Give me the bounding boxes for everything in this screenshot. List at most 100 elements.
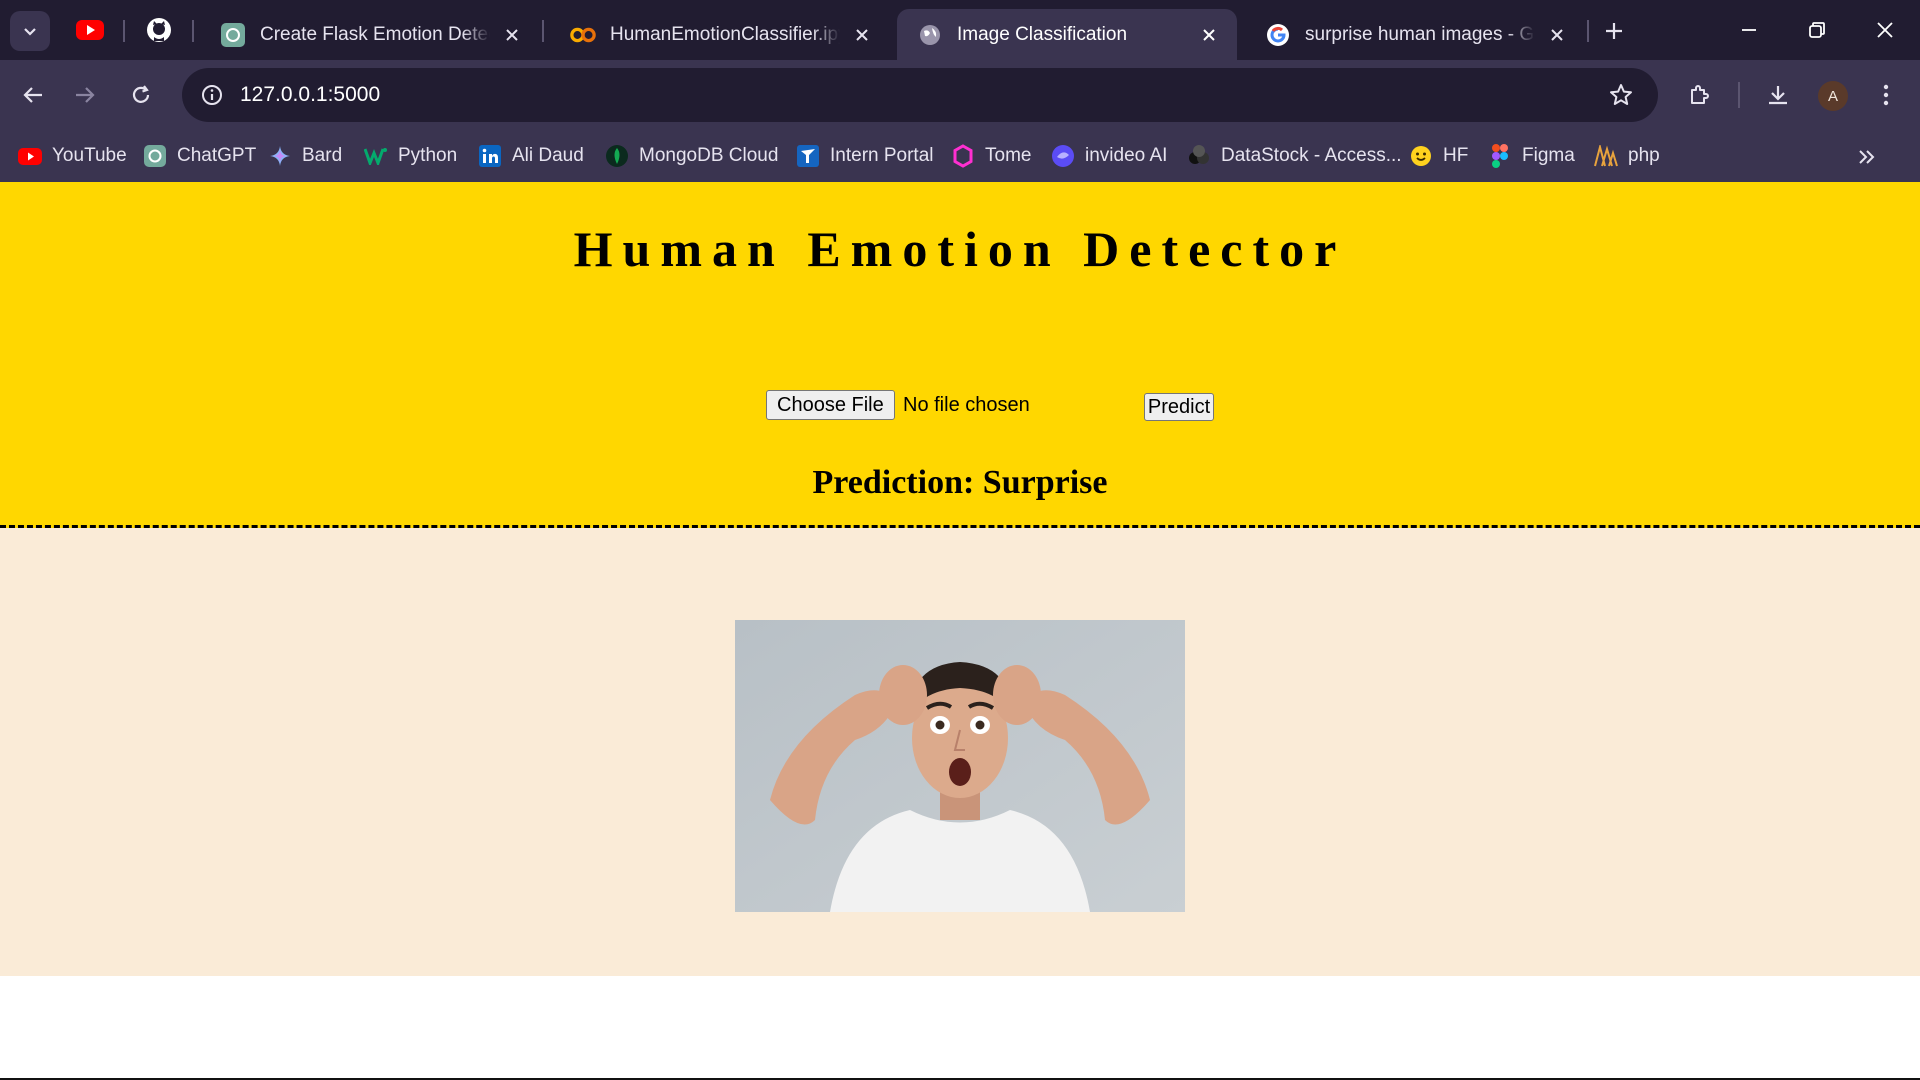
github-icon bbox=[147, 18, 171, 42]
page-viewport: Human Emotion Detector Choose File No fi… bbox=[0, 182, 1920, 1080]
bookmark-label: DataStock - Access... bbox=[1221, 145, 1402, 166]
address-bar[interactable]: 127.0.0.1:5000 bbox=[182, 68, 1658, 122]
prediction-result: Prediction: Surprise bbox=[812, 464, 1108, 501]
tome-icon bbox=[951, 144, 975, 168]
restore-button[interactable] bbox=[1792, 10, 1842, 50]
youtube-icon bbox=[18, 144, 42, 168]
tab-title: HumanEmotionClassifier.ipynb bbox=[610, 23, 840, 45]
bookmark-ali-daud[interactable]: Ali Daud bbox=[478, 140, 584, 172]
downloads-button[interactable] bbox=[1757, 74, 1799, 116]
close-icon[interactable] bbox=[1195, 21, 1223, 49]
pinned-tab-github[interactable] bbox=[141, 14, 177, 46]
chevron-double-right-icon bbox=[1859, 150, 1875, 164]
plus-icon bbox=[1606, 23, 1622, 39]
uploaded-image bbox=[735, 620, 1185, 912]
bookmark-chatgpt[interactable]: ChatGPT bbox=[143, 140, 256, 172]
huggingface-icon bbox=[1409, 144, 1433, 168]
bookmark-label: MongoDB Cloud bbox=[639, 145, 779, 166]
back-button[interactable] bbox=[12, 74, 54, 116]
reload-button[interactable] bbox=[120, 74, 162, 116]
tab-title: Create Flask Emotion Detection bbox=[260, 23, 490, 45]
php-icon bbox=[1594, 144, 1618, 168]
close-window-button[interactable] bbox=[1860, 10, 1910, 50]
bookmark-label: Tome bbox=[985, 145, 1032, 166]
url-text[interactable]: 127.0.0.1:5000 bbox=[240, 83, 380, 107]
bookmark-python[interactable]: Python bbox=[364, 140, 457, 172]
datastock-icon bbox=[1187, 144, 1211, 168]
restore-icon bbox=[1809, 22, 1825, 38]
google-icon bbox=[1265, 22, 1291, 48]
bookmark-bard[interactable]: Bard bbox=[268, 140, 342, 172]
predict-button[interactable]: Predict bbox=[1144, 393, 1214, 421]
choose-file-button[interactable]: Choose File bbox=[766, 390, 895, 420]
globe-icon bbox=[917, 22, 943, 48]
bookmark-label: php bbox=[1628, 145, 1660, 166]
page-title: Human Emotion Detector bbox=[573, 221, 1347, 277]
bookmark-youtube[interactable]: YouTube bbox=[18, 140, 127, 172]
tab-colab-notebook[interactable]: HumanEmotionClassifier.ipynb bbox=[550, 9, 890, 60]
bookmark-intern-portal[interactable]: Intern Portal bbox=[796, 140, 934, 172]
arrow-left-icon bbox=[23, 87, 42, 103]
tab-separator bbox=[123, 20, 125, 42]
bookmark-hf[interactable]: HF bbox=[1409, 140, 1468, 172]
download-icon bbox=[1769, 86, 1787, 105]
bookmark-label: Intern Portal bbox=[830, 145, 934, 166]
toolbar-separator bbox=[1738, 82, 1740, 108]
more-bookmarks-button[interactable] bbox=[1852, 142, 1882, 172]
tab-strip: Create Flask Emotion Detection HumanEmot… bbox=[0, 0, 1920, 60]
linkedin-icon bbox=[478, 144, 502, 168]
invideo-icon bbox=[1051, 144, 1075, 168]
colab-icon bbox=[570, 22, 596, 48]
bookmark-label: Python bbox=[398, 145, 458, 166]
close-icon[interactable] bbox=[848, 21, 876, 49]
hero-section: Human Emotion Detector Choose File No fi… bbox=[0, 182, 1920, 528]
minimize-button[interactable] bbox=[1724, 10, 1774, 50]
chatgpt-icon bbox=[143, 144, 167, 168]
youtube-icon bbox=[76, 20, 104, 40]
profile-avatar[interactable]: A bbox=[1818, 81, 1848, 111]
pinned-tab-youtube[interactable] bbox=[72, 14, 108, 46]
bookmark-label: Ali Daud bbox=[512, 145, 584, 166]
site-info-icon[interactable] bbox=[192, 75, 232, 115]
bookmark-star-icon[interactable] bbox=[1604, 78, 1638, 112]
tab-separator bbox=[192, 20, 194, 42]
figma-icon bbox=[1488, 144, 1512, 168]
forward-button[interactable] bbox=[64, 74, 106, 116]
tab-flask-emotion[interactable]: Create Flask Emotion Detection bbox=[200, 9, 540, 60]
bard-icon bbox=[268, 144, 292, 168]
bookmark-invideo[interactable]: invideo AI bbox=[1051, 140, 1167, 172]
result-area bbox=[0, 528, 1920, 976]
mongodb-icon bbox=[605, 144, 629, 168]
bookmark-php[interactable]: php bbox=[1594, 140, 1660, 172]
bookmark-figma[interactable]: Figma bbox=[1488, 140, 1575, 172]
bookmarks-bar: YouTube ChatGPT Bard Python Ali Daud Mon… bbox=[0, 130, 1920, 182]
arrow-right-icon bbox=[76, 87, 95, 103]
tab-search-button[interactable] bbox=[10, 11, 50, 51]
reload-icon bbox=[132, 85, 150, 103]
tab-image-classification[interactable]: Image Classification bbox=[897, 9, 1237, 60]
bookmark-tome[interactable]: Tome bbox=[951, 140, 1031, 172]
intern-portal-icon bbox=[796, 144, 820, 168]
extensions-button[interactable] bbox=[1679, 74, 1721, 116]
close-icon[interactable] bbox=[498, 21, 526, 49]
bookmark-label: HF bbox=[1443, 145, 1469, 166]
file-status: No file chosen bbox=[903, 394, 1030, 416]
minimize-icon bbox=[1742, 29, 1756, 31]
bookmark-label: Figma bbox=[1522, 145, 1575, 166]
new-tab-button[interactable] bbox=[1597, 14, 1631, 48]
bookmark-datastock[interactable]: DataStock - Access... bbox=[1187, 140, 1402, 172]
more-vertical-icon bbox=[1883, 84, 1889, 106]
bookmark-label: Bard bbox=[302, 145, 343, 166]
chatgpt-icon bbox=[220, 22, 246, 48]
tab-google-search[interactable]: surprise human images - Google bbox=[1245, 9, 1585, 60]
browser-toolbar: 127.0.0.1:5000 A bbox=[0, 60, 1920, 130]
bookmark-label: YouTube bbox=[52, 145, 127, 166]
tab-title: surprise human images - Google bbox=[1305, 23, 1535, 45]
tab-separator bbox=[1587, 20, 1589, 42]
close-icon[interactable] bbox=[1543, 21, 1571, 49]
bookmark-mongodb[interactable]: MongoDB Cloud bbox=[605, 140, 778, 172]
browser-menu-button[interactable] bbox=[1865, 74, 1907, 116]
python-icon bbox=[364, 144, 388, 168]
tab-title: Image Classification bbox=[957, 23, 1128, 45]
chevron-down-icon bbox=[24, 28, 36, 36]
